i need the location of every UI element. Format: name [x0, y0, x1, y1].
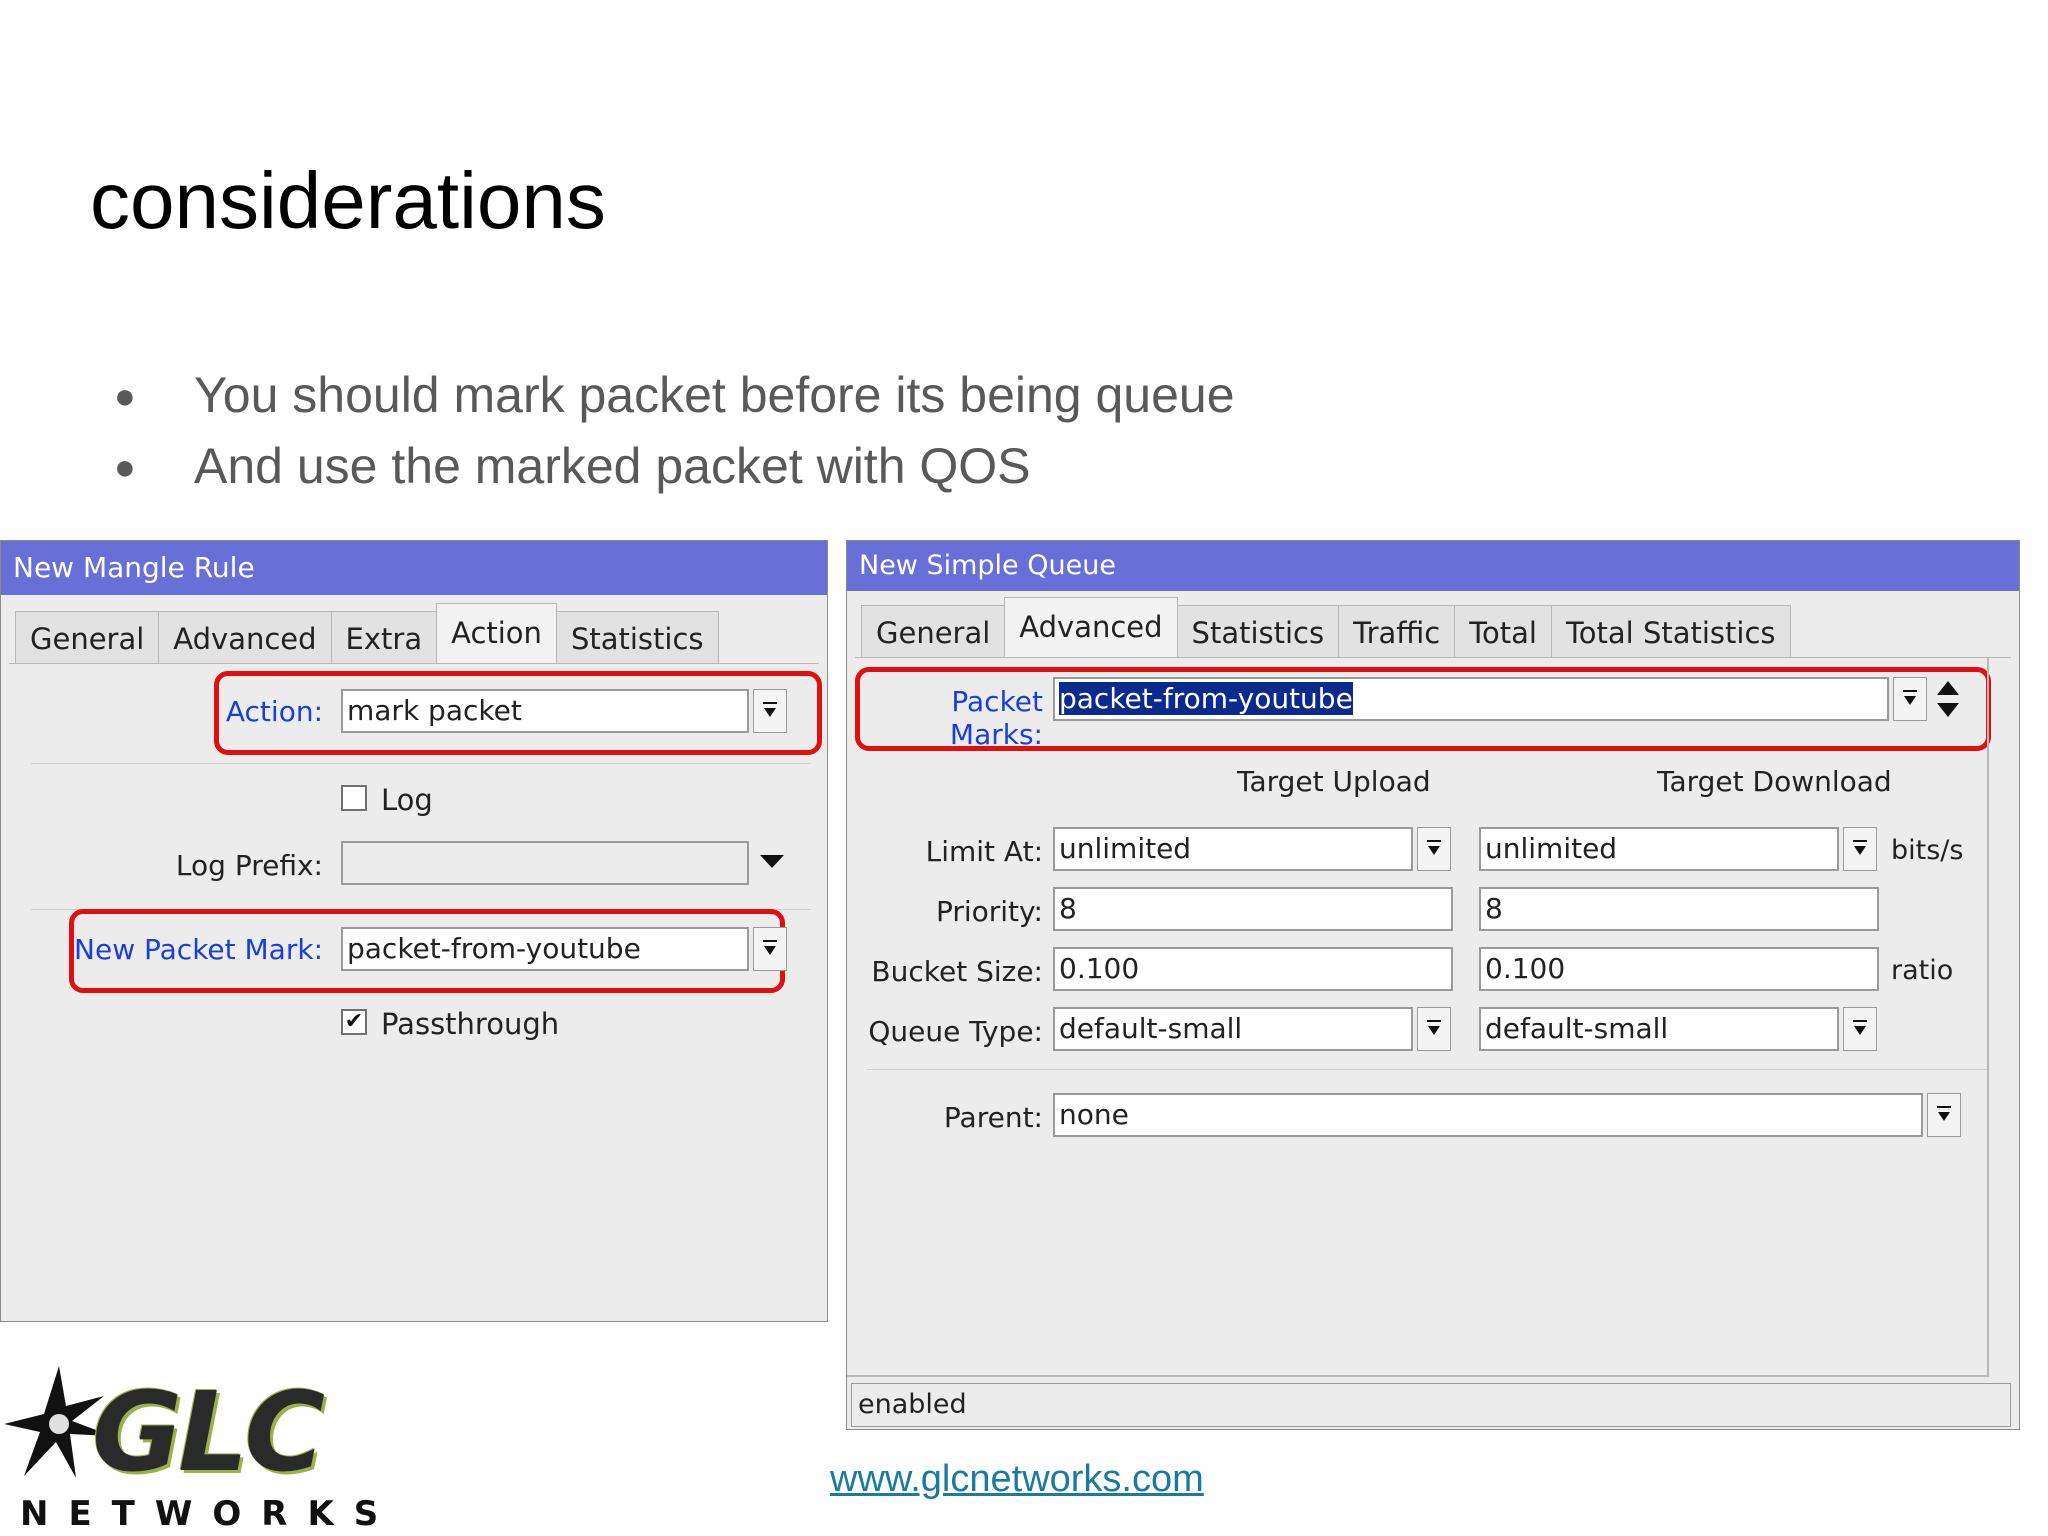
company-logo: GLC NETWORKS — [0, 1360, 378, 1536]
mangle-tab-bar: General Advanced Extra Action Statistics — [15, 603, 719, 664]
status-bar: enabled — [851, 1383, 2011, 1427]
log-prefix-dropdown-icon[interactable] — [759, 851, 785, 871]
chevron-down-icon — [763, 940, 777, 955]
queue-window-title: New Simple Queue — [847, 541, 2019, 591]
bullet-dot-icon: ● — [114, 375, 136, 416]
slide-title: considerations — [90, 156, 606, 245]
tab-extra[interactable]: Extra — [330, 611, 438, 664]
action-dropdown-button[interactable] — [753, 689, 787, 733]
section-divider — [31, 763, 811, 764]
bullet-list: ● You should mark packet before its being… — [110, 360, 1235, 502]
new-packet-mark-label: New Packet Mark: — [74, 933, 323, 966]
tab-traffic[interactable]: Traffic — [1338, 605, 1456, 658]
tab-general[interactable]: General — [861, 605, 1006, 658]
bullet-dot-icon: ● — [114, 446, 136, 487]
log-checkbox[interactable] — [341, 785, 367, 811]
log-prefix-label: Log Prefix: — [175, 849, 323, 882]
logo-subtext: NETWORKS — [20, 1494, 399, 1534]
log-prefix-input[interactable] — [341, 841, 749, 885]
tab-advanced[interactable]: Advanced — [158, 611, 332, 664]
new-packet-mark-input[interactable]: packet-from-youtube — [341, 927, 749, 971]
status-text: enabled — [858, 1389, 967, 1420]
chevron-down-icon — [763, 702, 777, 717]
action-select[interactable]: mark packet — [341, 689, 749, 733]
tab-divider — [9, 663, 819, 664]
queue-tab-bar: General Advanced Statistics Traffic Tota… — [861, 597, 1791, 658]
log-label: Log — [381, 783, 433, 817]
tab-general[interactable]: General — [15, 611, 160, 664]
tab-action[interactable]: Action — [436, 603, 557, 664]
action-label: Action: — [225, 695, 323, 728]
mangle-rule-window: New Mangle Rule General Advanced Extra A… — [0, 540, 828, 1322]
tab-total-statistics[interactable]: Total Statistics — [1551, 605, 1791, 658]
bullet-item: ● You should mark packet before its being… — [110, 360, 1235, 431]
passthrough-label: Passthrough — [381, 1007, 560, 1041]
simple-queue-window: New Simple Queue General Advanced Statis… — [846, 540, 2020, 1430]
tab-statistics[interactable]: Statistics — [555, 611, 719, 664]
packet-mark-dropdown-button[interactable] — [753, 927, 787, 971]
mangle-window-title: New Mangle Rule — [1, 541, 827, 595]
bullet-item: ● And use the marked packet with QOS — [110, 431, 1235, 502]
tab-total[interactable]: Total — [1454, 605, 1552, 658]
tab-statistics[interactable]: Statistics — [1176, 605, 1340, 658]
footer-website-link[interactable]: www.glcnetworks.com — [830, 1458, 1204, 1501]
passthrough-checkbox[interactable]: ✔ — [341, 1009, 367, 1035]
tab-advanced[interactable]: Advanced — [1004, 597, 1178, 658]
content-panel-border — [847, 657, 1989, 1377]
logo-wordmark: GLC — [92, 1368, 325, 1496]
